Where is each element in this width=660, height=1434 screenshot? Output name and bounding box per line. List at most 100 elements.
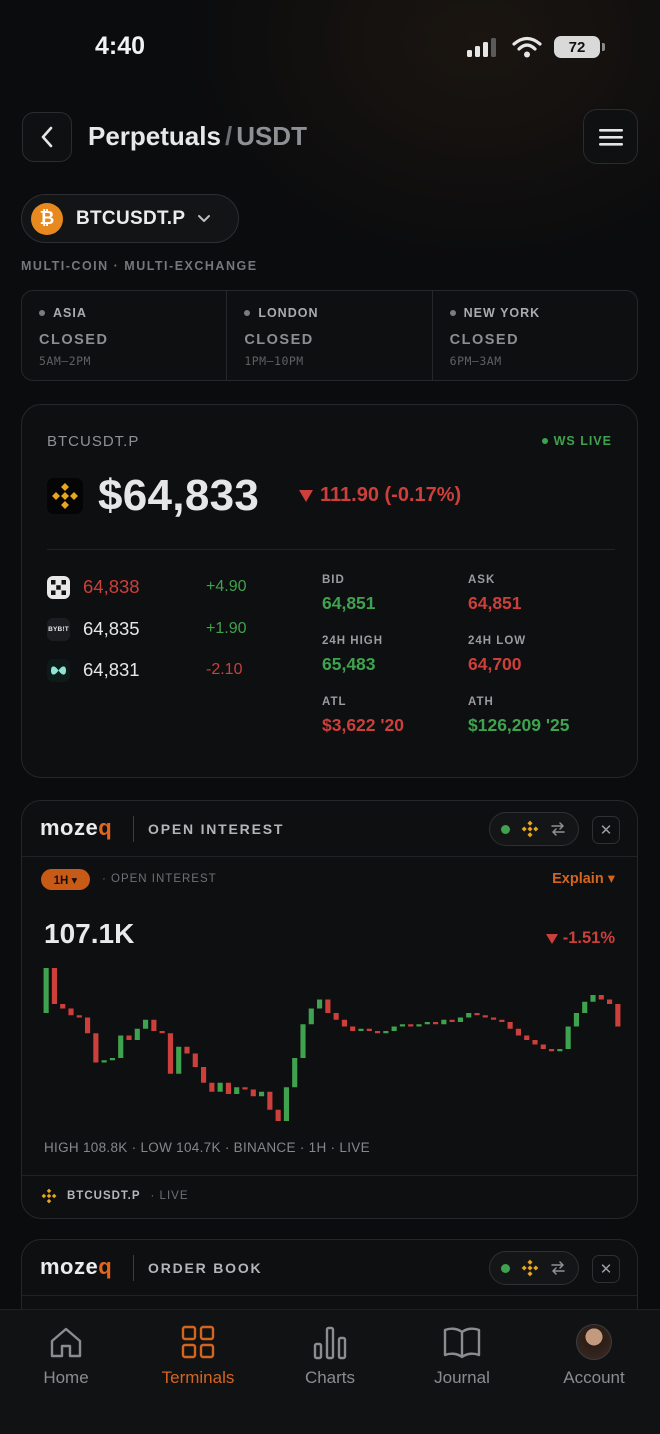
close-button[interactable]: ✕ [592, 816, 620, 844]
divider [22, 1175, 637, 1176]
session-hours: 6PM–3AM [449, 354, 502, 368]
bybit-icon-text: BYB!T [48, 625, 69, 633]
current-price: $64,833 [98, 471, 260, 520]
close-button[interactable]: ✕ [592, 1255, 620, 1283]
candle [532, 1040, 538, 1045]
pair-selector[interactable]: ₿ BTCUSDT.P [21, 194, 239, 243]
exchange-delta: +4.90 [206, 578, 247, 595]
source-toggle[interactable] [489, 1251, 579, 1285]
session-state: CLOSED [244, 332, 314, 348]
back-button[interactable] [22, 112, 72, 162]
session-asia: ASIA CLOSED 5AM–2PM [22, 291, 228, 380]
candle [424, 1022, 430, 1025]
tab-label: Home [43, 1368, 89, 1387]
live-dot [541, 438, 548, 444]
hyperliquid-icon [47, 658, 70, 682]
candle [259, 1091, 265, 1097]
exchange-price: 64,838 [83, 576, 140, 597]
timeframe-selector[interactable]: 1H ▾ [41, 869, 90, 890]
candle [118, 1035, 124, 1058]
candle [590, 995, 596, 1002]
triangle-down-icon [299, 489, 313, 502]
candle [60, 1004, 66, 1009]
status-indicators: 72 [466, 36, 605, 58]
candle [43, 968, 49, 1013]
candle [76, 1015, 82, 1018]
candle [159, 1031, 165, 1034]
book-icon [443, 1322, 481, 1362]
tab-terminals[interactable]: Terminals [143, 1322, 253, 1388]
candle [51, 968, 57, 1004]
candle [201, 1067, 207, 1083]
candle [499, 1019, 505, 1022]
candle [383, 1031, 389, 1034]
open-interest-change: -1.51% [545, 929, 615, 948]
tab-journal[interactable]: Journal [407, 1322, 517, 1388]
explain-button[interactable]: Explain ▾ [552, 871, 615, 887]
candle [408, 1024, 414, 1027]
candle [582, 1001, 588, 1013]
candle [341, 1019, 347, 1027]
signal-icon [467, 38, 496, 57]
candle [449, 1019, 455, 1022]
menu-button[interactable] [583, 109, 638, 164]
timeframe-subtitle: · OPEN INTEREST [102, 873, 217, 885]
candle [565, 1026, 571, 1049]
tab-account[interactable]: Account [539, 1322, 649, 1388]
candle [109, 1058, 115, 1061]
tab-bar: Home Terminals Charts Journal Account [0, 1309, 660, 1434]
title-separator: / [224, 121, 233, 151]
chevron-left-icon [41, 126, 53, 148]
candle [234, 1087, 240, 1094]
stat-atl: ATL $3,622 '20 [322, 696, 404, 736]
session-name: ASIA [53, 306, 87, 320]
stat-label: 24H HIGH [322, 635, 384, 647]
card-header: mozeq OPEN INTEREST ✕ [22, 801, 637, 857]
stat-ath: ATH $126,209 '25 [468, 696, 569, 736]
session-new-york: NEW YORK CLOSED 6PM–3AM [433, 291, 637, 380]
swap-icon[interactable] [550, 1261, 566, 1275]
status-time: 4:40 [95, 32, 146, 60]
tab-label: Terminals [161, 1368, 235, 1387]
candle [143, 1019, 149, 1029]
swap-icon[interactable] [550, 822, 566, 836]
candle [151, 1019, 157, 1031]
stat-label: BID [322, 574, 345, 586]
footer-live: · LIVE [150, 1190, 189, 1202]
ws-status: WS LIVE [541, 434, 612, 448]
candle [308, 1008, 314, 1025]
tab-charts[interactable]: Charts [275, 1322, 385, 1388]
candle [167, 1033, 173, 1074]
tab-label: Charts [304, 1368, 356, 1387]
mozeq-logo: mozeq [40, 815, 113, 840]
candle [267, 1091, 273, 1110]
session-london: LONDON CLOSED 1PM–10PM [227, 291, 433, 380]
source-toggle[interactable] [489, 812, 579, 846]
card-header: mozeq ORDER BOOK ✕ [22, 1240, 637, 1296]
stat-bid: BID 64,851 [322, 574, 376, 614]
candle [317, 999, 323, 1009]
candle [225, 1082, 231, 1094]
candle [217, 1082, 223, 1092]
candle [474, 1013, 480, 1016]
tab-label: Account [563, 1368, 625, 1387]
live-dot [501, 1263, 510, 1273]
candle [441, 1019, 447, 1025]
candle [366, 1028, 372, 1031]
footer-symbol: BTCUSDT.P [67, 1190, 141, 1202]
status-dot [449, 310, 456, 316]
ws-status-label: WS LIVE [553, 434, 612, 448]
candle [433, 1022, 439, 1025]
triangle-down-icon [545, 933, 558, 944]
stat-value: 65,483 [322, 654, 376, 674]
oi-change-value: -1.51% [562, 929, 615, 947]
candle [391, 1026, 397, 1031]
candle [292, 1058, 298, 1088]
exchange-price: 64,831 [83, 659, 140, 680]
exchange-delta: +1.90 [206, 620, 247, 637]
open-interest-chart [43, 968, 621, 1121]
stat-24h-low: 24H LOW 64,700 [468, 635, 526, 675]
tab-home[interactable]: Home [11, 1322, 121, 1388]
bybit-icon: BYB!T [47, 617, 70, 641]
bitcoin-icon: ₿ [31, 202, 63, 235]
